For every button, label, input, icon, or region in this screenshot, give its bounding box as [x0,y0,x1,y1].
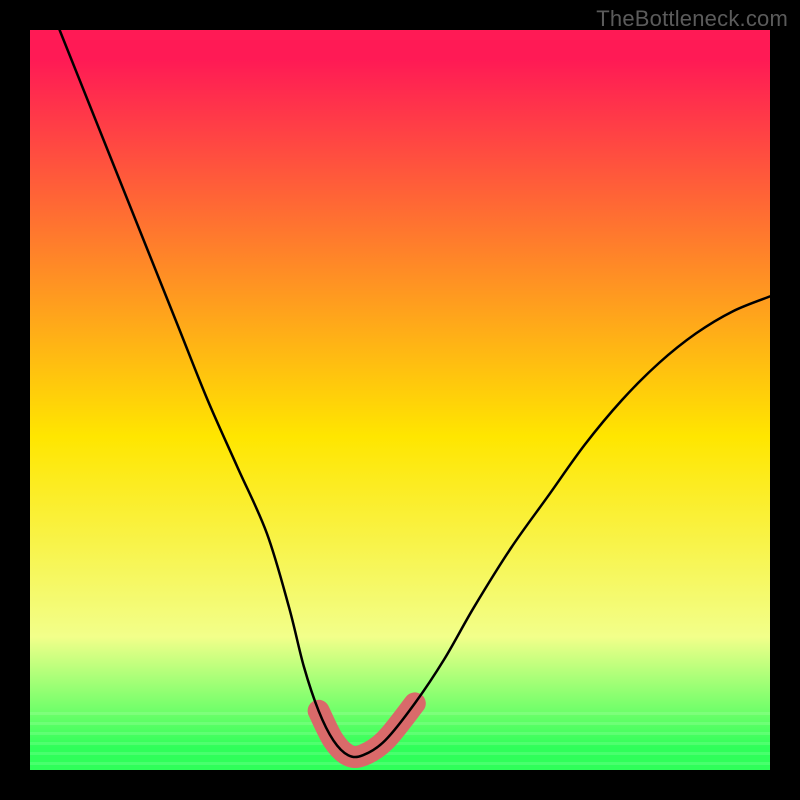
gradient-band [30,752,770,755]
bottleneck-chart [0,0,800,800]
gradient-band [30,742,770,745]
gradient-band [30,762,770,765]
chart-container: TheBottleneck.com [0,0,800,800]
plot-background [30,30,770,770]
watermark-label: TheBottleneck.com [596,6,788,32]
